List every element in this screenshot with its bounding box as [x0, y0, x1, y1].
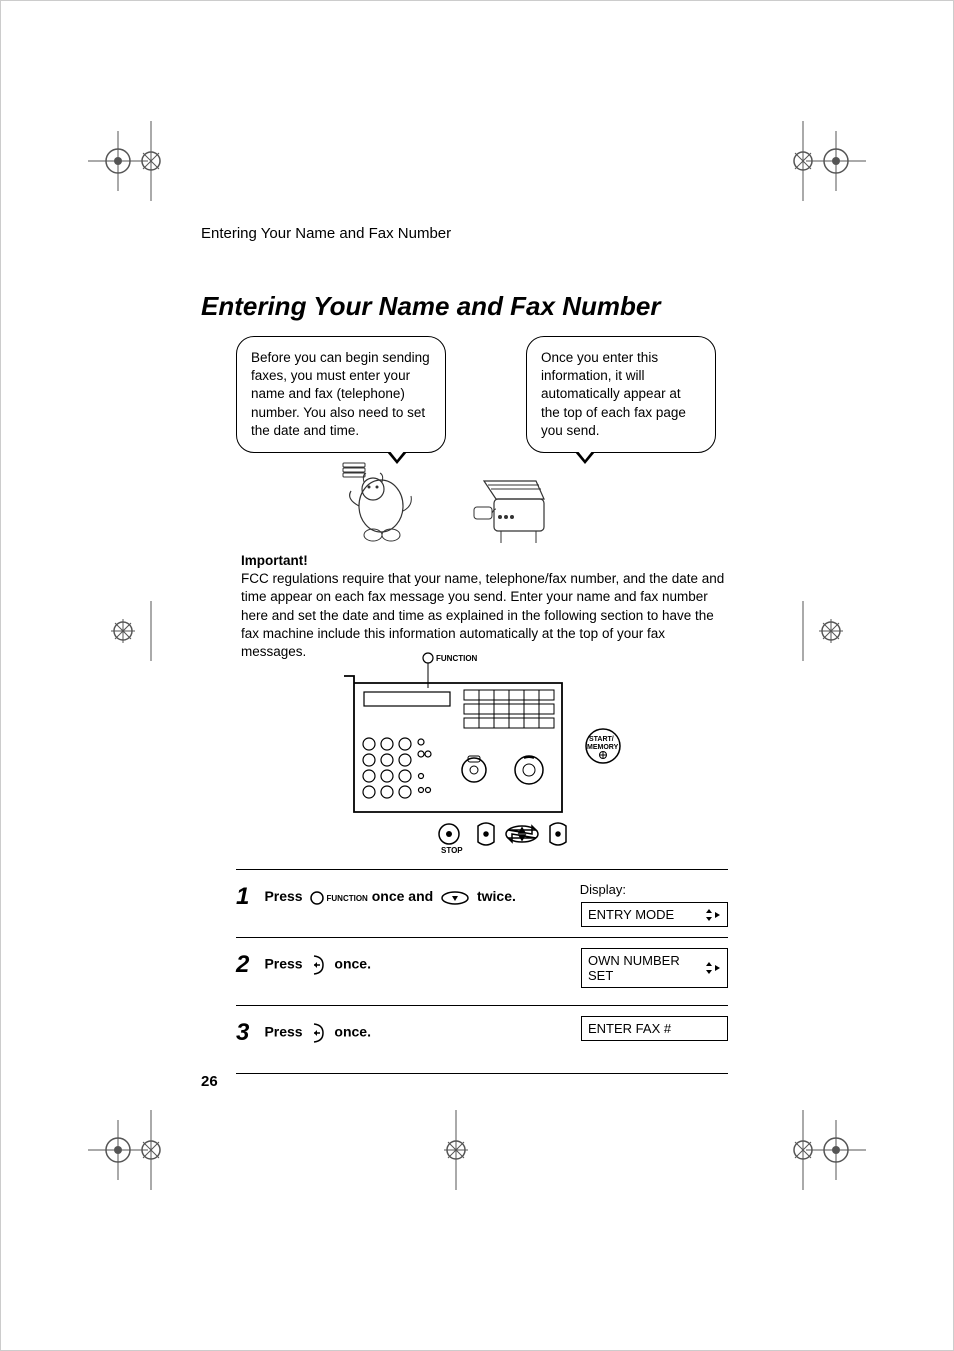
mascot-illustrations [331, 451, 611, 556]
bubble-left-text: Before you can begin sending faxes, you … [251, 350, 430, 438]
up-down-right-arrows-icon [703, 961, 721, 975]
mascot-fax-machine-icon [466, 451, 566, 551]
registration-mark-mr [781, 601, 891, 661]
step-number: 2 [236, 951, 260, 979]
speech-bubble-right: Once you enter this information, it will… [526, 336, 716, 453]
bubble-right-text: Once you enter this information, it will… [541, 350, 686, 438]
right-nav-icon [310, 1021, 328, 1045]
speech-bubbles: Before you can begin sending faxes, you … [236, 336, 716, 453]
registration-mark-tr [781, 121, 891, 201]
step-instruction: Press FUNCTION once and twice. [264, 888, 515, 905]
running-header: Entering Your Name and Fax Number [201, 225, 451, 242]
registration-mark-bc [401, 1110, 511, 1190]
step-2: 2 Press once. OWN NUMBER SET [236, 937, 728, 1005]
start-memory-label-1: START/ [589, 736, 614, 743]
step-suffix: once. [334, 956, 371, 972]
step-number: 1 [236, 883, 260, 911]
display-text: OWN NUMBER SET [588, 953, 703, 983]
registration-mark-bl [63, 1110, 173, 1190]
page: Entering Your Name and Fax Number Enteri… [0, 0, 954, 1351]
display-readout: OWN NUMBER SET [581, 948, 728, 988]
right-nav-icon [310, 953, 328, 977]
step-suffix: once. [334, 1024, 371, 1040]
mascot-carrying-icon [331, 451, 431, 551]
function-button-icon [310, 891, 324, 905]
step-instruction: Press once. [264, 1021, 371, 1045]
display-text: ENTRY MODE [588, 907, 674, 922]
step-suffix: twice. [477, 888, 516, 904]
steps-list: 1 Press FUNCTION once and twice. Display… [236, 869, 728, 1074]
step-prefix: Press [264, 956, 306, 972]
display-text: ENTER FAX # [588, 1021, 671, 1036]
function-label: FUNCTION [436, 654, 478, 663]
step-prefix: Press [264, 888, 306, 904]
down-nav-icon [440, 890, 470, 906]
display-readout: ENTER FAX # [581, 1016, 728, 1041]
up-down-right-arrows-icon [703, 908, 721, 922]
display-label: Display: [580, 882, 626, 897]
control-panel-diagram: FUNCTION [336, 648, 629, 863]
step-3: 3 Press once. ENTER FAX # [236, 1005, 728, 1074]
step-1: 1 Press FUNCTION once and twice. Display… [236, 869, 728, 937]
important-section: Important! FCC regulations require that … [241, 552, 733, 661]
step-mid: once and [372, 888, 437, 904]
step-number: 3 [236, 1019, 260, 1047]
start-memory-label-2: MEMORY [587, 744, 619, 751]
important-label: Important! [241, 552, 733, 570]
speech-bubble-left: Before you can begin sending faxes, you … [236, 336, 446, 453]
registration-mark-ml [63, 601, 173, 661]
stop-label: STOP [441, 846, 463, 855]
step-instruction: Press once. [264, 953, 371, 977]
display-readout: ENTRY MODE [581, 902, 728, 927]
registration-mark-br [781, 1110, 891, 1190]
function-button-label: FUNCTION [327, 894, 368, 903]
registration-mark-tl [63, 121, 173, 201]
page-title: Entering Your Name and Fax Number [201, 291, 660, 322]
step-prefix: Press [264, 1024, 306, 1040]
page-number: 26 [201, 1073, 218, 1090]
